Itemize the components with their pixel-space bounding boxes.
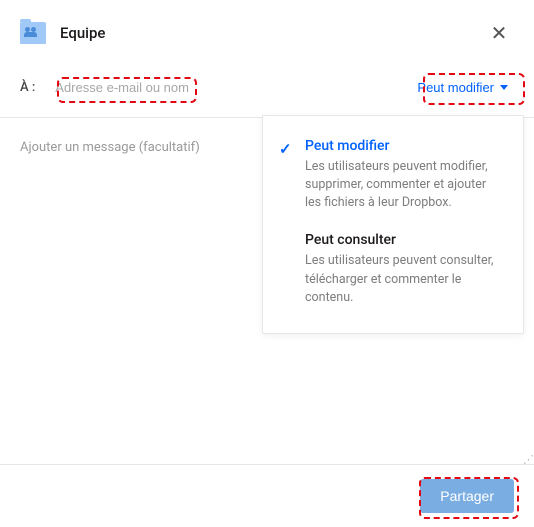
chevron-down-icon [500,85,508,90]
dialog-footer: ⋰ Partager [0,464,534,527]
dialog-title: Equipe [60,24,470,42]
recipient-input[interactable] [49,76,219,99]
permission-menu: ✓ Peut modifier Les utilisateurs peuvent… [262,115,524,334]
permission-option-edit[interactable]: ✓ Peut modifier Les utilisateurs peuvent… [263,130,523,224]
permission-dropdown[interactable]: Peut modifier [411,76,514,99]
dialog-header: Equipe ✕ [0,0,534,66]
close-button[interactable]: ✕ [484,18,514,48]
message-input[interactable] [20,140,250,155]
close-icon: ✕ [491,21,508,46]
permission-option-desc: Les utilisateurs peuvent modifier, suppr… [305,158,505,212]
to-label: À : [20,80,35,95]
permission-option-desc: Les utilisateurs peuvent consulter, télé… [305,252,505,306]
resize-handle-icon: ⋰ [523,453,532,466]
permission-option-title: Peut consulter [305,232,505,248]
permission-selected-label: Peut modifier [417,80,494,95]
share-button[interactable]: Partager [420,479,514,513]
check-icon: ✓ [279,140,292,158]
shared-folder-icon [20,22,46,44]
recipient-row: À : Peut modifier [0,66,534,117]
permission-option-view[interactable]: Peut consulter Les utilisateurs peuvent … [263,224,523,318]
permission-option-title: Peut modifier [305,138,505,154]
